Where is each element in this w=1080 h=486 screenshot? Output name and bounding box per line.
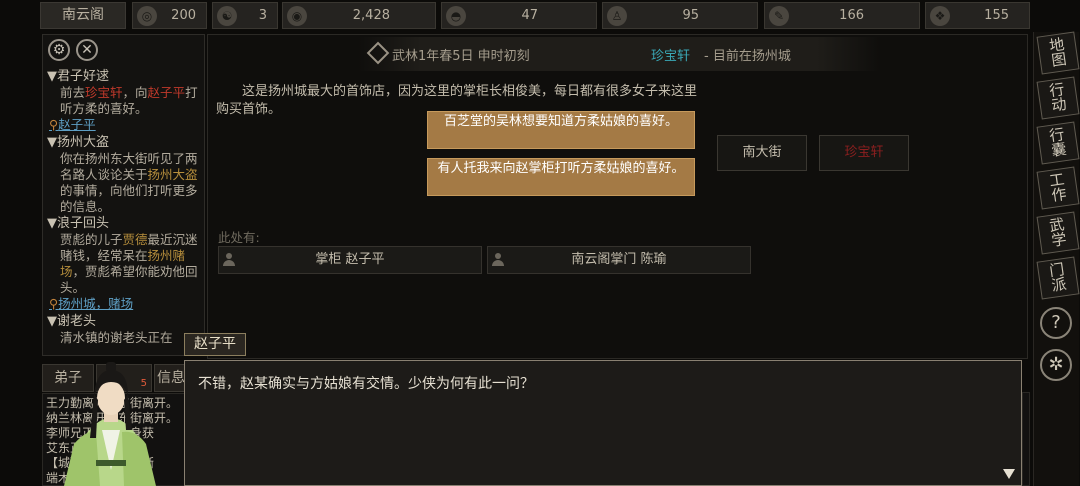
- menu-map[interactable]: 地图: [1036, 31, 1080, 75]
- stat-figure: ♙ 95: [602, 2, 758, 29]
- figure-icon: ♙: [607, 6, 627, 26]
- location-pin-icon: ⚲: [49, 117, 59, 132]
- menu-sect[interactable]: 门派: [1036, 256, 1080, 300]
- menu-inventory[interactable]: 行囊: [1036, 121, 1080, 165]
- exit-south-street[interactable]: 南大街: [717, 135, 807, 171]
- stat-value: 47: [521, 8, 538, 23]
- dialog-text: 不错，赵某确实与方姑娘有交情。少侠为何有此一问？: [198, 376, 534, 392]
- settings-gear-icon[interactable]: ✲: [1040, 349, 1072, 381]
- stat-ore: ❖ 155: [925, 2, 1030, 29]
- food-bowl-icon: ◓: [446, 6, 466, 26]
- menu-work[interactable]: 工作: [1036, 166, 1080, 210]
- panel-edge: [1022, 392, 1030, 486]
- stat-coin: ◉ 2,428: [282, 2, 436, 29]
- stat-yin-yang: ☯ 3: [212, 2, 278, 29]
- stat-value: 3: [258, 8, 267, 23]
- dialog-choice-2[interactable]: 有人托我来向赵掌柜打听方柔姑娘的喜好。: [427, 158, 695, 196]
- brush-icon: ✎: [769, 6, 789, 26]
- stat-globe: ◎ 200: [132, 2, 207, 29]
- dialog-next-arrow-icon[interactable]: [1003, 469, 1015, 479]
- quest-title[interactable]: ▼扬州大盗: [47, 135, 203, 151]
- npc-shopkeeper-button[interactable]: 掌柜 赵子平: [218, 246, 482, 274]
- sect-name-tab[interactable]: 南云阁: [40, 2, 126, 29]
- here-label: 此处有:: [218, 230, 260, 245]
- quest-location-link[interactable]: ⚲赵子平: [47, 117, 203, 133]
- game-date: 武林1年春5日 申时初刻: [392, 49, 530, 64]
- current-location-name: 珍宝轩: [651, 49, 691, 64]
- quest-description: 你在扬州东大街听见了两名路人谈论关于扬州大盗的事情，向他们打听更多的信息。: [60, 151, 198, 214]
- yin-yang-icon: ☯: [217, 6, 237, 26]
- quest-description: 清水镇的谢老头正在: [60, 330, 173, 345]
- stat-value: 166: [839, 8, 864, 23]
- time-location-banner: 武林1年春5日 申时初刻 珍宝轩 - 目前在扬州城: [358, 37, 880, 71]
- ore-icon: ❖: [930, 6, 950, 26]
- person-icon: [223, 253, 235, 267]
- speaker-portrait: [64, 362, 156, 486]
- quest-title[interactable]: ▼君子好逑: [47, 69, 203, 85]
- speaker-name-tag: 赵子平: [184, 333, 246, 356]
- dialog-choice-1[interactable]: 百芝堂的吴林想要知道方柔姑娘的喜好。: [427, 111, 695, 149]
- stat-value: 200: [171, 8, 196, 23]
- quest-panel-controls: ⚙ ✕: [48, 39, 104, 61]
- current-city-status: - 目前在扬州城: [704, 49, 791, 64]
- help-icon[interactable]: ?: [1040, 307, 1072, 339]
- side-menu: 地图 行动 行囊 工作 武学 门派 ? ✲: [1033, 31, 1080, 486]
- quest-title[interactable]: ▼谢老头: [47, 314, 203, 330]
- stat-brush: ✎ 166: [764, 2, 920, 29]
- person-icon: [492, 253, 504, 267]
- npc-name: 掌柜 赵子平: [315, 252, 385, 267]
- close-icon[interactable]: ✕: [76, 39, 98, 61]
- npc-sect-leader-button[interactable]: 南云阁掌门 陈瑜: [487, 246, 751, 274]
- globe-icon: ◎: [137, 6, 157, 26]
- quest-settings-icon[interactable]: ⚙: [48, 39, 70, 61]
- top-stat-bar: 南云阁 ◎ 200 ☯ 3 ◉ 2,428 ◓ 47 ♙ 95 ✎ 166 ❖ 155: [40, 2, 1030, 30]
- stat-value: 95: [682, 8, 699, 23]
- quest-title[interactable]: ▼浪子回头: [47, 216, 203, 232]
- quest-description: 贾彪的儿子贾德最近沉迷赌钱，经常呆在扬州赌场，贾彪希望你能劝他回头。: [60, 232, 198, 295]
- quest-description: 前去珍宝轩，向赵子平打听方柔的喜好。: [60, 85, 198, 116]
- compass-icon: [366, 41, 390, 65]
- quest-location-link[interactable]: ⚲扬州城，赌场: [47, 296, 203, 312]
- stat-value: 2,428: [352, 8, 390, 23]
- dialog-box[interactable]: 不错，赵某确实与方姑娘有交情。少侠为何有此一问？: [184, 360, 1022, 486]
- menu-action[interactable]: 行动: [1036, 76, 1080, 120]
- exit-current-shop[interactable]: 珍宝轩: [819, 135, 909, 171]
- quest-list: ▼君子好逑 前去珍宝轩，向赵子平打听方柔的喜好。 ⚲赵子平 ▼扬州大盗 你在扬州东大街听…: [47, 68, 203, 346]
- npc-name: 南云阁掌门 陈瑜: [571, 252, 667, 267]
- stat-value: 155: [984, 8, 1009, 23]
- location-pin-icon: ⚲: [49, 296, 59, 311]
- stat-food: ◓ 47: [441, 2, 597, 29]
- quest-panel: ⚙ ✕ ▼君子好逑 前去珍宝轩，向赵子平打听方柔的喜好。 ⚲赵子平 ▼扬州大盗 你在扬州东…: [42, 34, 205, 356]
- main-scene-area: 武林1年春5日 申时初刻 珍宝轩 - 目前在扬州城 这是扬州城最大的首饰店，因为…: [207, 34, 1028, 359]
- menu-martial-arts[interactable]: 武学: [1036, 211, 1080, 255]
- coin-icon: ◉: [287, 6, 307, 26]
